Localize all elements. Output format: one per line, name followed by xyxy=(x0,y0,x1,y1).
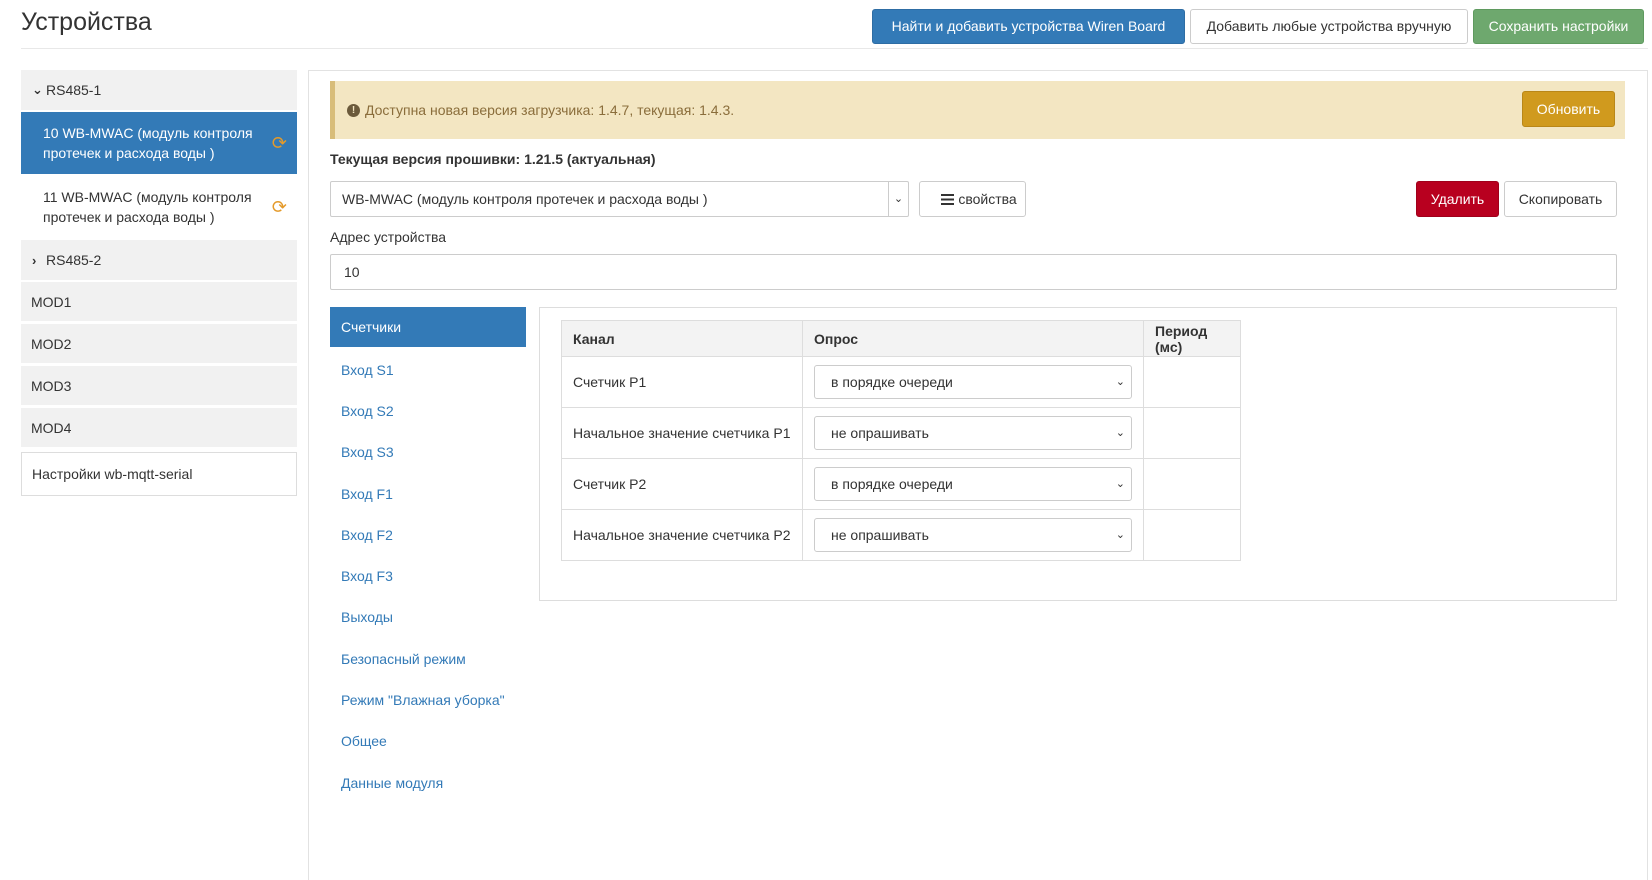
poll-cell: не опрашивать ⌄ xyxy=(802,407,1144,459)
sidebar-item-mod2[interactable]: MOD2 xyxy=(21,324,297,366)
column-header-period: Период (мс) xyxy=(1143,320,1241,357)
address-input[interactable] xyxy=(330,254,1617,290)
list-icon xyxy=(941,194,955,205)
tab-input-f3[interactable]: Вход F3 xyxy=(330,555,526,596)
save-settings-button[interactable]: Сохранить настройки xyxy=(1473,9,1644,44)
header-divider xyxy=(21,48,1648,49)
table-row: Начальное значение счетчика P1 не опраши… xyxy=(561,407,1241,459)
tab-input-f1[interactable]: Вход F1 xyxy=(330,473,526,514)
poll-select[interactable]: не опрашивать ⌄ xyxy=(814,416,1132,450)
tab-module-data[interactable]: Данные модуля xyxy=(330,762,526,803)
properties-button[interactable]: свойства xyxy=(919,181,1026,217)
column-header-channel: Канал xyxy=(561,320,803,357)
tab-input-f2[interactable]: Вход F2 xyxy=(330,514,526,555)
firmware-version: Текущая версия прошивки: 1.21.5 (актуаль… xyxy=(330,151,656,167)
tab-general[interactable]: Общее xyxy=(330,721,526,762)
properties-label: свойства xyxy=(958,191,1017,207)
period-cell xyxy=(1143,458,1241,510)
poll-cell: в порядке очереди ⌄ xyxy=(802,356,1144,408)
sidebar-port-label: RS485-2 xyxy=(46,252,102,268)
channel-cell: Начальное значение счетчика P2 xyxy=(561,509,803,561)
poll-select[interactable]: не опрашивать ⌄ xyxy=(814,518,1132,552)
poll-select-value: в порядке очереди xyxy=(831,374,953,390)
update-button[interactable]: Обновить xyxy=(1522,91,1615,127)
copy-button[interactable]: Скопировать xyxy=(1504,181,1617,217)
table-row: Счетчик P2 в порядке очереди ⌄ xyxy=(561,458,1241,510)
delete-button[interactable]: Удалить xyxy=(1416,181,1499,217)
poll-select[interactable]: в порядке очереди ⌄ xyxy=(814,365,1132,399)
add-device-manually-button[interactable]: Добавить любые устройства вручную xyxy=(1190,9,1468,44)
device-panel: ! Доступна новая версия загрузчика: 1.4.… xyxy=(308,70,1648,880)
column-header-poll: Опрос xyxy=(802,320,1144,357)
tab-input-s1[interactable]: Вход S1 xyxy=(330,349,526,390)
counters-tab-content: Канал Опрос Период (мс) Счетчик P1 в пор… xyxy=(539,307,1617,601)
address-label: Адрес устройства xyxy=(330,229,447,245)
poll-select-value: не опрашивать xyxy=(831,527,929,543)
chevron-down-icon: ⌄ xyxy=(1115,376,1125,388)
sidebar-item-serial-settings[interactable]: Настройки wb-mqtt-serial xyxy=(21,452,297,496)
tab-wet-cleaning-mode[interactable]: Режим "Влажная уборка" xyxy=(330,679,526,720)
alert-text: Доступна новая версия загрузчика: 1.4.7,… xyxy=(365,102,735,118)
table-row: Начальное значение счетчика P2 не опраши… xyxy=(561,509,1241,561)
channel-cell: Счетчик P1 xyxy=(561,356,803,408)
device-type-select[interactable]: WB-MWAC (модуль контроля протечек и расх… xyxy=(330,181,909,217)
chevron-down-icon: ⌄ xyxy=(1115,478,1125,490)
table-header-row: Канал Опрос Период (мс) xyxy=(561,320,1241,357)
sidebar-device-label: 11 WB-MWAC (модуль контроля протечек и р… xyxy=(43,189,252,225)
sidebar-item-mod4[interactable]: MOD4 xyxy=(21,408,297,450)
table-row: Счетчик P1 в порядке очереди ⌄ xyxy=(561,356,1241,408)
channel-cell: Счетчик P2 xyxy=(561,458,803,510)
sidebar: ⌄ RS485-1 10 WB-MWAC (модуль контроля пр… xyxy=(21,70,297,496)
period-cell xyxy=(1143,509,1241,561)
poll-select-value: не опрашивать xyxy=(831,425,929,441)
device-type-value: WB-MWAC (модуль контроля протечек и расх… xyxy=(342,191,708,207)
sidebar-item-mod1[interactable]: MOD1 xyxy=(21,282,297,324)
sync-icon: ⟳ xyxy=(271,133,287,153)
exclamation-circle-icon: ! xyxy=(347,103,360,117)
sidebar-port-label: RS485-1 xyxy=(46,82,102,98)
period-cell xyxy=(1143,407,1241,459)
tab-input-s3[interactable]: Вход S3 xyxy=(330,432,526,473)
period-cell xyxy=(1143,356,1241,408)
poll-cell: не опрашивать ⌄ xyxy=(802,509,1144,561)
chevron-down-icon: ⌄ xyxy=(1115,529,1125,541)
bootloader-alert: ! Доступна новая версия загрузчика: 1.4.… xyxy=(330,81,1625,139)
channel-cell: Начальное значение счетчика P1 xyxy=(561,407,803,459)
poll-select[interactable]: в порядке очереди ⌄ xyxy=(814,467,1132,501)
tab-input-s2[interactable]: Вход S2 xyxy=(330,390,526,431)
poll-cell: в порядке очереди ⌄ xyxy=(802,458,1144,510)
sidebar-device-11[interactable]: 11 WB-MWAC (модуль контроля протечек и р… xyxy=(21,176,297,240)
sync-icon: ⟳ xyxy=(271,197,287,217)
chevron-right-icon: › xyxy=(32,252,37,268)
chevron-down-icon: ⌄ xyxy=(1115,427,1125,439)
channels-table: Канал Опрос Период (мс) Счетчик P1 в пор… xyxy=(561,320,1241,561)
tab-counters[interactable]: Счетчики xyxy=(330,307,526,347)
tab-safe-mode[interactable]: Безопасный режим xyxy=(330,638,526,679)
tab-outputs[interactable]: Выходы xyxy=(330,597,526,638)
sidebar-item-mod3[interactable]: MOD3 xyxy=(21,366,297,408)
chevron-down-icon: ⌄ xyxy=(32,82,43,97)
sidebar-port-rs485-1[interactable]: ⌄ RS485-1 xyxy=(21,70,297,112)
sidebar-port-rs485-2[interactable]: › RS485-2 xyxy=(21,240,297,282)
page-title: Устройства xyxy=(21,8,152,36)
chevron-down-icon: ⌄ xyxy=(888,182,908,216)
find-devices-button[interactable]: Найти и добавить устройства Wiren Board xyxy=(872,9,1185,44)
poll-select-value: в порядке очереди xyxy=(831,476,953,492)
sidebar-device-10[interactable]: 10 WB-MWAC (модуль контроля протечек и р… xyxy=(21,112,297,176)
sidebar-device-label: 10 WB-MWAC (модуль контроля протечек и р… xyxy=(43,125,253,161)
settings-tabs: Счетчики Вход S1 Вход S2 Вход S3 Вход F1… xyxy=(330,307,526,803)
